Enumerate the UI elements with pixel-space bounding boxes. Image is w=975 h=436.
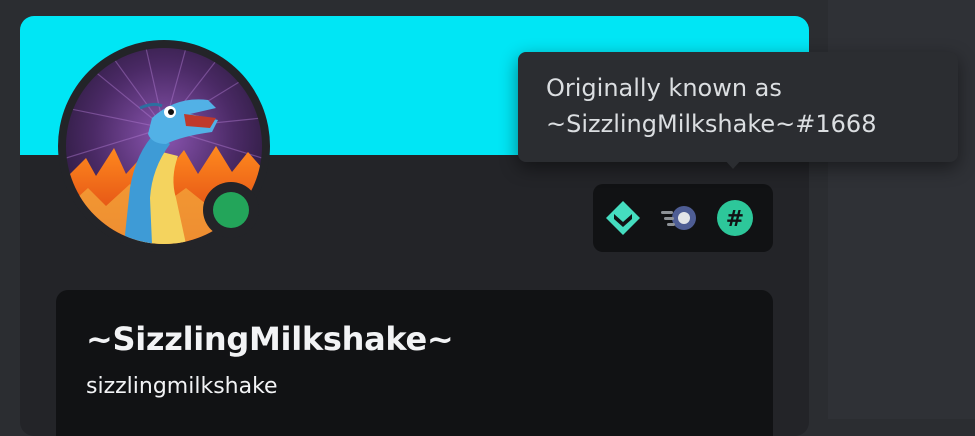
- svg-text:#: #: [726, 207, 744, 232]
- name-panel: ~SizzlingMilkshake~ sizzlingmilkshake: [56, 290, 773, 436]
- tooltip: Originally known as ~SizzlingMilkshake~#…: [518, 52, 958, 162]
- display-name: ~SizzlingMilkshake~: [86, 320, 454, 358]
- online-status-icon: [213, 192, 249, 228]
- badge-list: #: [593, 184, 773, 252]
- username[interactable]: sizzlingmilkshake: [86, 374, 278, 399]
- nitro-orb-icon[interactable]: [659, 198, 699, 238]
- tooltip-arrow: [724, 159, 742, 169]
- tooltip-title: Originally known as: [546, 74, 782, 102]
- hypesquad-balance-icon[interactable]: [603, 198, 643, 238]
- tooltip-legacy-username: ~SizzlingMilkshake~#1668: [546, 110, 877, 138]
- originally-known-as-hash-icon[interactable]: #: [715, 198, 755, 238]
